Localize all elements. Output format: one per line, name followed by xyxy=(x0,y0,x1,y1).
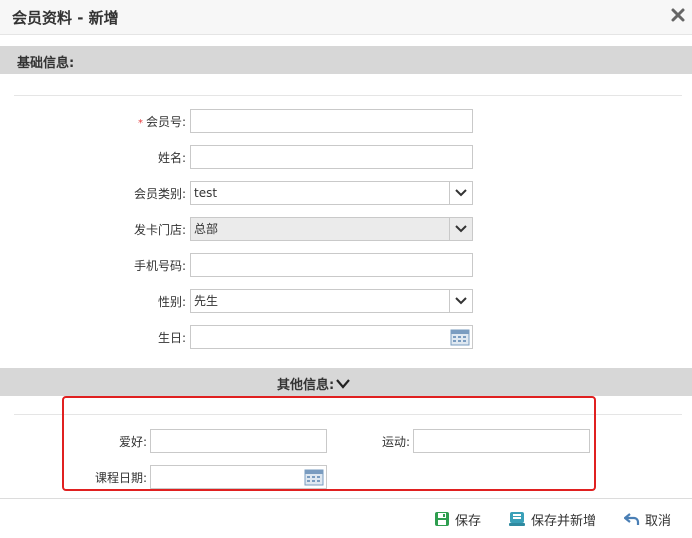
cancel-button[interactable]: 取消 xyxy=(624,509,671,529)
save-and-new-icon xyxy=(509,512,525,526)
dialog-title: 会员资料 - 新增 xyxy=(12,9,119,27)
chevron-down-icon[interactable] xyxy=(449,218,472,240)
member-type-select[interactable]: test xyxy=(190,181,473,205)
save-button[interactable]: 保存 xyxy=(434,509,481,529)
close-icon[interactable] xyxy=(670,7,686,23)
dialog-titlebar: 会员资料 - 新增 xyxy=(0,0,692,35)
other-info-section-header[interactable]: 其他信息: xyxy=(0,368,692,396)
member-no-input[interactable] xyxy=(190,109,473,133)
save-icon xyxy=(435,512,449,526)
other-info-title: 其他信息: xyxy=(277,378,335,393)
card-store-value: 总部 xyxy=(194,222,219,236)
gender-select[interactable]: 先生 xyxy=(190,289,473,313)
card-store-select[interactable]: 总部 xyxy=(190,217,473,241)
basic-info-section-header: 基础信息: xyxy=(0,46,692,74)
cancel-label: 取消 xyxy=(645,513,672,529)
basic-info-title: 基础信息: xyxy=(17,56,75,71)
undo-icon xyxy=(624,513,640,525)
gender-label: 性别: xyxy=(157,295,186,309)
member-no-label: * 会员号: xyxy=(137,115,186,129)
chevron-down-icon[interactable] xyxy=(449,182,472,204)
chevron-down-icon[interactable] xyxy=(449,290,472,312)
birthday-label: 生日: xyxy=(157,331,186,345)
name-label: 姓名: xyxy=(157,151,186,165)
member-type-label: 会员类别: xyxy=(133,187,186,201)
divider xyxy=(14,95,682,96)
name-input[interactable] xyxy=(190,145,473,169)
gender-value: 先生 xyxy=(194,294,219,308)
highlight-box xyxy=(62,396,596,491)
member-type-value: test xyxy=(194,186,218,200)
calendar-icon[interactable] xyxy=(450,328,470,346)
required-mark: * xyxy=(137,118,143,129)
mobile-input[interactable] xyxy=(190,253,473,277)
dialog-footer: 保存 保存并新增 取消 xyxy=(0,498,692,538)
mobile-label: 手机号码: xyxy=(133,259,186,273)
save-label: 保存 xyxy=(455,513,482,529)
other-info-toggle[interactable]: 其他信息: xyxy=(277,374,351,393)
chevron-down-icon xyxy=(336,378,351,389)
save-and-new-label: 保存并新增 xyxy=(531,513,597,529)
save-and-new-button[interactable]: 保存并新增 xyxy=(508,509,596,529)
card-store-label: 发卡门店: xyxy=(133,223,186,237)
birthday-input[interactable] xyxy=(190,325,473,349)
